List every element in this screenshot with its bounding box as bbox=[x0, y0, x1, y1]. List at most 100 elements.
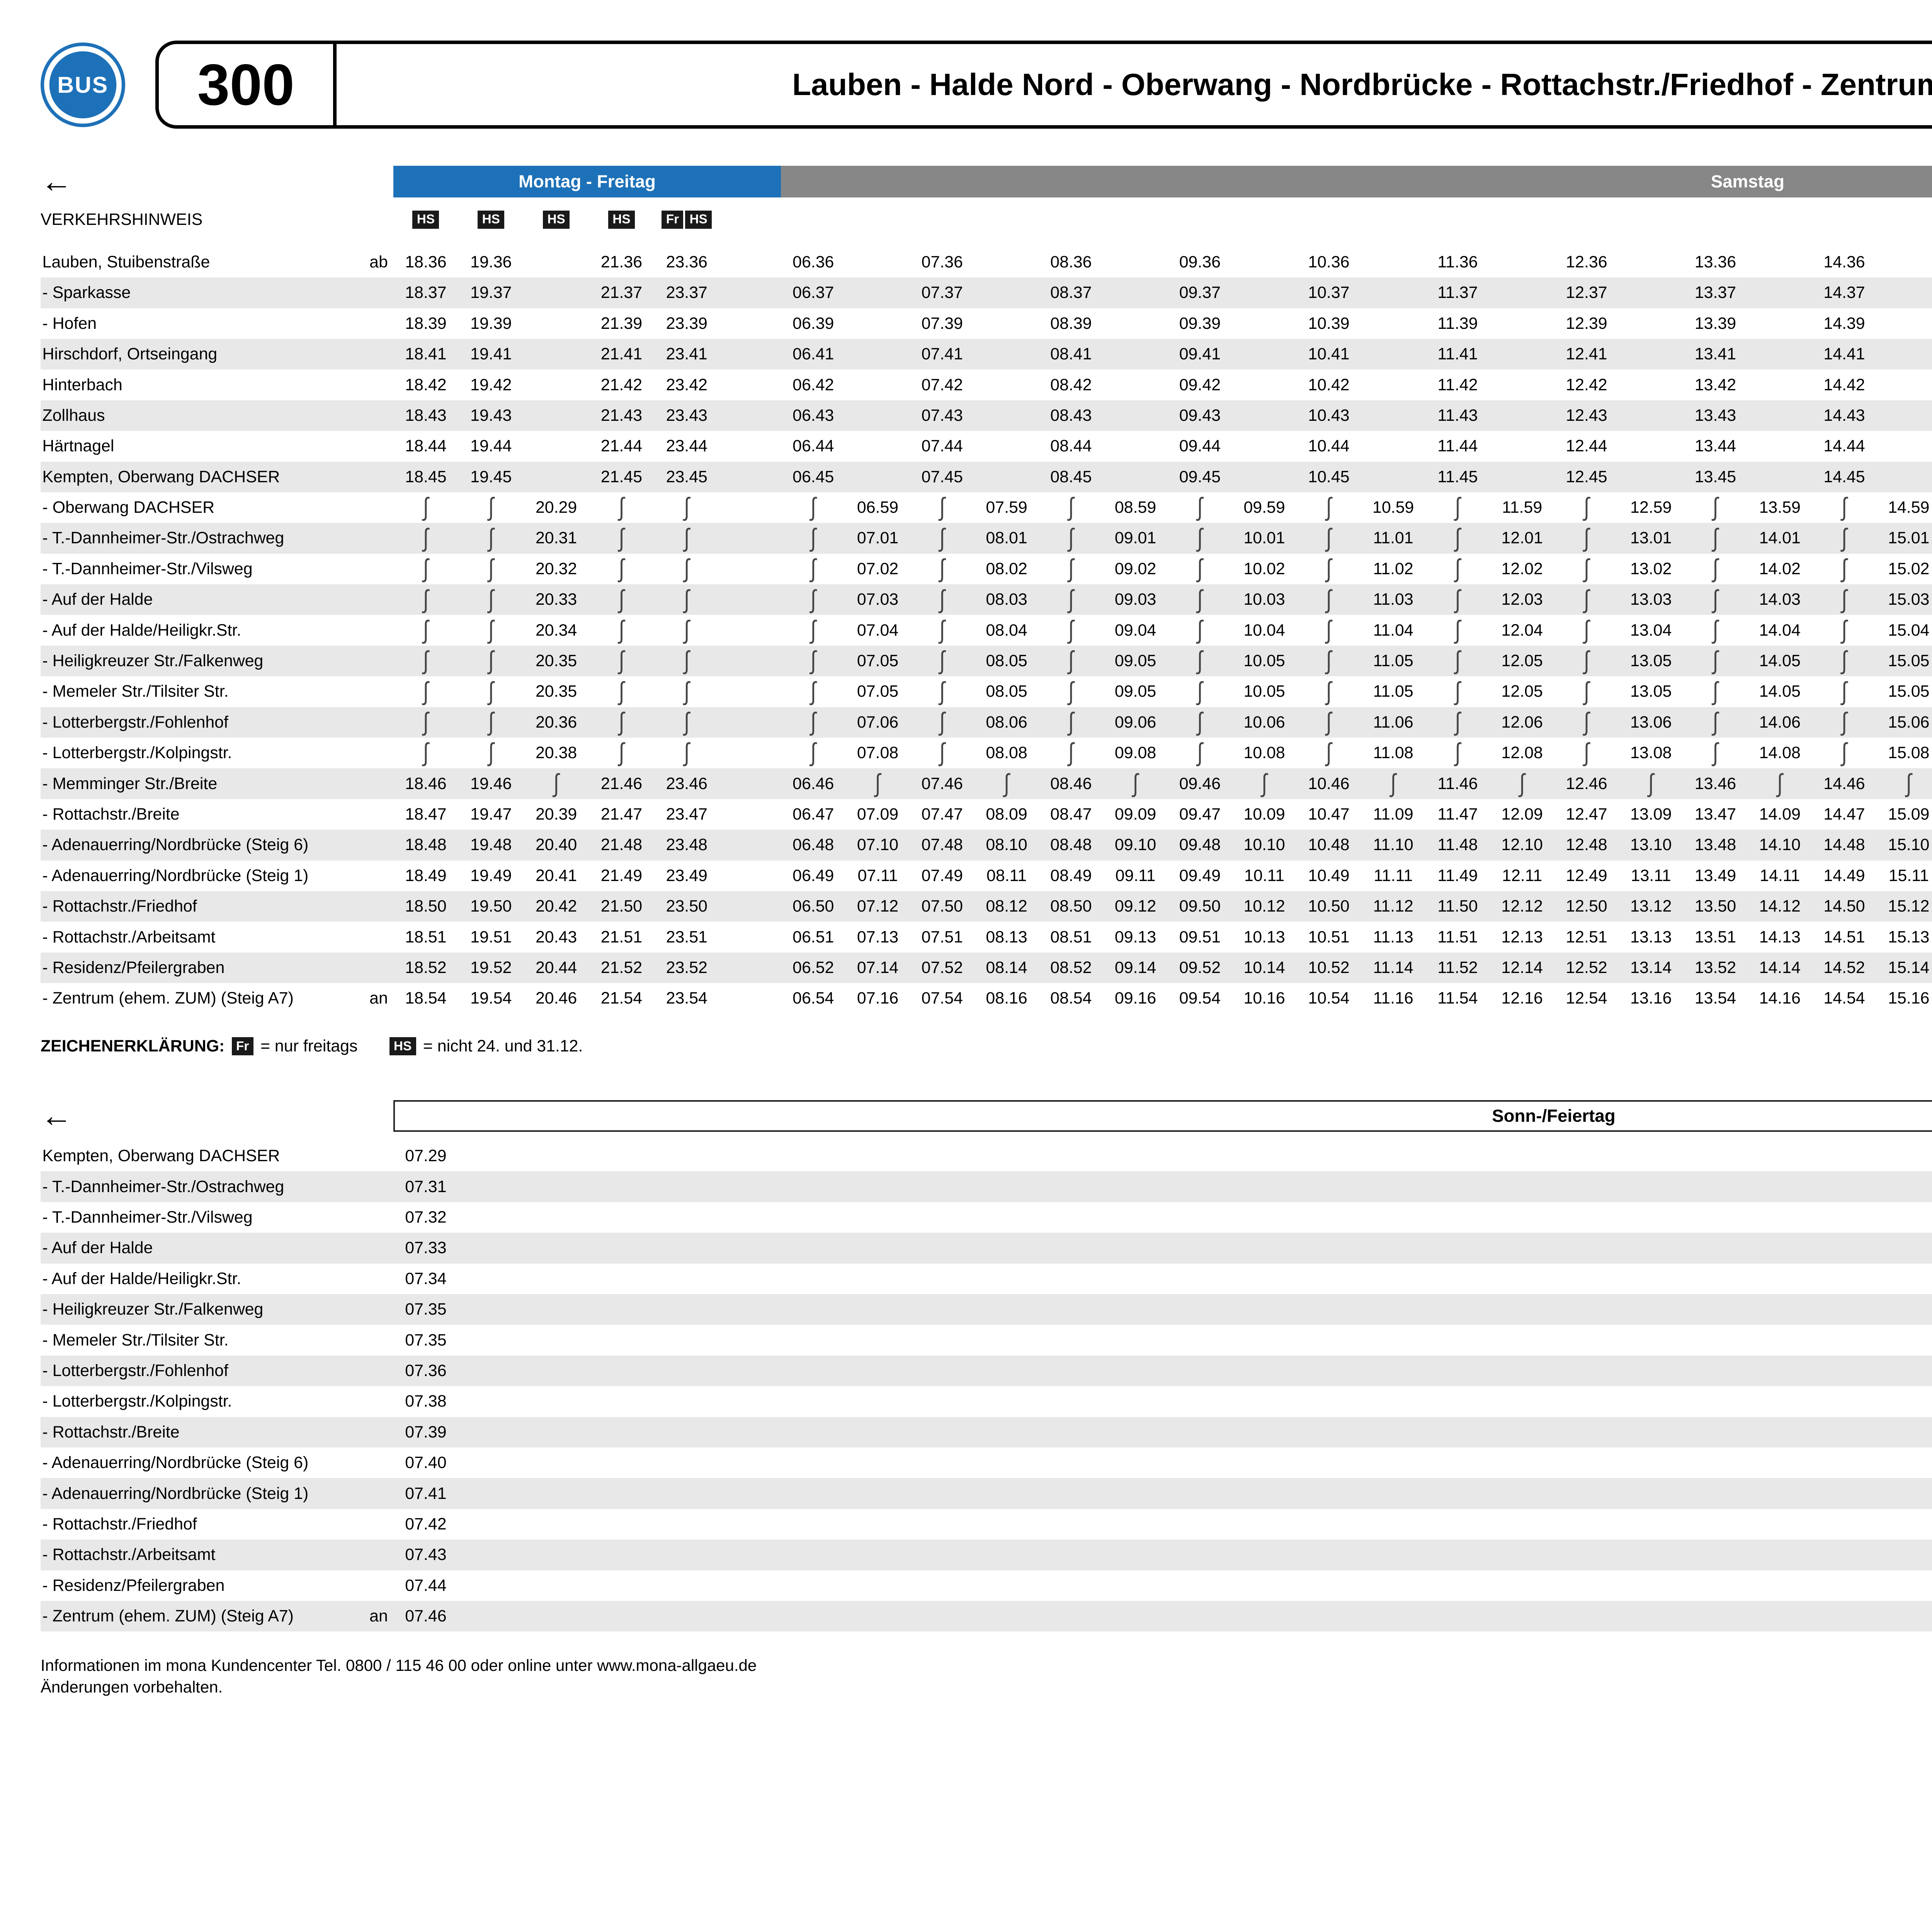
time-cell: 07.29 bbox=[393, 1147, 459, 1165]
stop-name: - Auf der Halde bbox=[41, 590, 361, 609]
direction-arrow-icon: ← bbox=[41, 1100, 361, 1132]
time-cell: 13.45 bbox=[1683, 468, 1748, 487]
time-cell: 14.43 bbox=[1812, 406, 1877, 425]
time-cell: 12.42 bbox=[1554, 376, 1619, 395]
no-stop-wavy-icon: ∫ bbox=[1425, 710, 1490, 735]
time-cell: 14.47 bbox=[1812, 805, 1877, 824]
stop-row: Hinterbach18.4219.4221.4223.4206.4207.42… bbox=[41, 369, 1932, 400]
time-cell: 11.10 bbox=[1361, 835, 1425, 854]
time-cell: 13.59 bbox=[1748, 498, 1812, 517]
time-cell: 11.04 bbox=[1361, 621, 1425, 640]
time-cell: 13.37 bbox=[1683, 283, 1748, 302]
stop-row: - T.-Dannheimer-Str./Vilsweg∫∫20.32∫∫∫07… bbox=[41, 554, 1932, 584]
time-cell: 13.14 bbox=[1619, 958, 1683, 977]
no-stop-wavy-icon: ∫ bbox=[1168, 617, 1232, 643]
time-cell: 12.54 bbox=[1554, 989, 1619, 1008]
time-cell: 10.52 bbox=[1296, 958, 1361, 977]
no-stop-wavy-icon: ∫ bbox=[781, 740, 845, 766]
footer-info-line1: Informationen im mona Kundencenter Tel. … bbox=[41, 1655, 1932, 1677]
time-cell: 11.54 bbox=[1425, 989, 1490, 1008]
no-stop-wavy-icon: ∫ bbox=[1168, 740, 1232, 766]
time-cell: 18.44 bbox=[393, 437, 459, 456]
stop-row: - Lotterbergstr./Fohlenhof∫∫20.36∫∫∫07.0… bbox=[41, 707, 1932, 738]
stop-row: - Sparkasse18.3719.3721.3723.3706.3707.3… bbox=[41, 277, 1932, 308]
time-cell: 20.44 bbox=[524, 958, 589, 977]
time-cell: 10.13 bbox=[1232, 928, 1297, 947]
time-cell: 09.49 bbox=[1168, 866, 1232, 885]
no-stop-wavy-icon: ∫ bbox=[1812, 710, 1877, 735]
dep-arr-note: an bbox=[361, 989, 393, 1008]
no-stop-wavy-icon: ∫ bbox=[393, 740, 459, 766]
time-cell: 09.36 bbox=[1168, 253, 1232, 272]
time-cell: 12.45 bbox=[1554, 468, 1619, 487]
stop-row: - T.-Dannheimer-Str./Ostrachweg∫∫20.31∫∫… bbox=[41, 523, 1932, 553]
no-stop-wavy-icon: ∫ bbox=[1168, 679, 1232, 704]
no-stop-wavy-icon: ∫ bbox=[1619, 771, 1683, 796]
time-cell: 18.47 bbox=[393, 805, 459, 824]
time-cell: 09.09 bbox=[1103, 805, 1168, 824]
time-cell: 10.43 bbox=[1296, 406, 1361, 425]
time-cell: 11.01 bbox=[1361, 529, 1425, 548]
time-cell: 23.54 bbox=[654, 989, 719, 1008]
time-cell: 12.01 bbox=[1490, 529, 1554, 548]
time-cell: 07.16 bbox=[845, 989, 910, 1008]
no-stop-wavy-icon: ∫ bbox=[1554, 556, 1619, 582]
time-cell: 12.13 bbox=[1490, 928, 1554, 947]
time-cell: 14.10 bbox=[1748, 835, 1812, 854]
time-cell: 09.52 bbox=[1168, 958, 1232, 977]
stop-row: - Heiligkreuzer Str./Falkenweg07.35 bbox=[41, 1294, 1932, 1325]
time-cell: 21.50 bbox=[589, 897, 654, 916]
time-cell: 07.04 bbox=[845, 621, 910, 640]
time-cell: 14.48 bbox=[1812, 835, 1877, 854]
time-cell: 09.02 bbox=[1103, 560, 1168, 578]
time-cell: 08.09 bbox=[975, 805, 1039, 824]
stop-name: - Heiligkreuzer Str./Falkenweg bbox=[41, 652, 361, 670]
time-cell: 06.52 bbox=[781, 958, 845, 977]
time-cell: 23.41 bbox=[654, 345, 719, 364]
no-stop-wavy-icon: ∫ bbox=[458, 679, 524, 704]
time-cell: 14.37 bbox=[1812, 283, 1877, 302]
stop-name: - Memminger Str./Breite bbox=[41, 774, 361, 793]
no-stop-wavy-icon: ∫ bbox=[393, 617, 459, 643]
time-cell: 20.32 bbox=[524, 560, 589, 578]
time-cell: 21.47 bbox=[589, 805, 654, 824]
no-stop-wavy-icon: ∫ bbox=[1554, 617, 1619, 643]
time-cell: 09.05 bbox=[1103, 682, 1168, 701]
no-stop-wavy-icon: ∫ bbox=[1425, 526, 1490, 551]
no-stop-wavy-icon: ∫ bbox=[1425, 495, 1490, 521]
time-cell: 13.13 bbox=[1619, 928, 1683, 947]
time-cell: 08.14 bbox=[975, 958, 1039, 977]
time-cell: 07.14 bbox=[845, 958, 910, 977]
no-stop-wavy-icon: ∫ bbox=[1748, 771, 1812, 796]
time-cell: 13.49 bbox=[1683, 866, 1748, 885]
time-cell: 10.39 bbox=[1296, 314, 1361, 333]
time-cell: 20.35 bbox=[524, 682, 589, 701]
time-cell: 21.39 bbox=[589, 314, 654, 333]
time-cell: 07.35 bbox=[393, 1300, 459, 1319]
no-stop-wavy-icon: ∫ bbox=[589, 556, 654, 582]
time-cell: 12.09 bbox=[1490, 805, 1554, 824]
time-cell: 12.05 bbox=[1490, 652, 1554, 670]
stop-name: - Lotterbergstr./Fohlenhof bbox=[41, 1361, 361, 1380]
time-cell: 08.54 bbox=[1039, 989, 1103, 1008]
time-cell: 07.10 bbox=[845, 835, 910, 854]
stop-name: - Adenauerring/Nordbrücke (Steig 1) bbox=[41, 866, 361, 885]
no-stop-wavy-icon: ∫ bbox=[910, 587, 975, 612]
time-cell: 13.05 bbox=[1619, 652, 1683, 670]
time-cell: 07.05 bbox=[845, 682, 910, 701]
time-cell: 11.16 bbox=[1361, 989, 1425, 1008]
time-cell: 23.39 bbox=[654, 314, 719, 333]
weekday-saturday-table: ← Montag - Freitag Samstag VERKEHRSHINWE… bbox=[41, 166, 1932, 1014]
time-cell: 10.37 bbox=[1296, 283, 1361, 302]
stop-name: Kempten, Oberwang DACHSER bbox=[41, 468, 361, 487]
time-cell: 08.06 bbox=[975, 713, 1039, 732]
time-cell: 20.31 bbox=[524, 529, 589, 548]
time-cell: 07.39 bbox=[393, 1423, 459, 1442]
time-cell: 12.14 bbox=[1490, 958, 1554, 977]
time-cell: 09.54 bbox=[1168, 989, 1232, 1008]
no-stop-wavy-icon: ∫ bbox=[654, 679, 719, 704]
no-stop-wavy-icon: ∫ bbox=[1168, 556, 1232, 582]
stop-row: - Rottachstr./Friedhof07.42 bbox=[41, 1509, 1932, 1539]
time-cell: 08.05 bbox=[975, 652, 1039, 670]
stop-row: - Auf der Halde∫∫20.33∫∫∫07.03∫08.03∫09.… bbox=[41, 584, 1932, 615]
